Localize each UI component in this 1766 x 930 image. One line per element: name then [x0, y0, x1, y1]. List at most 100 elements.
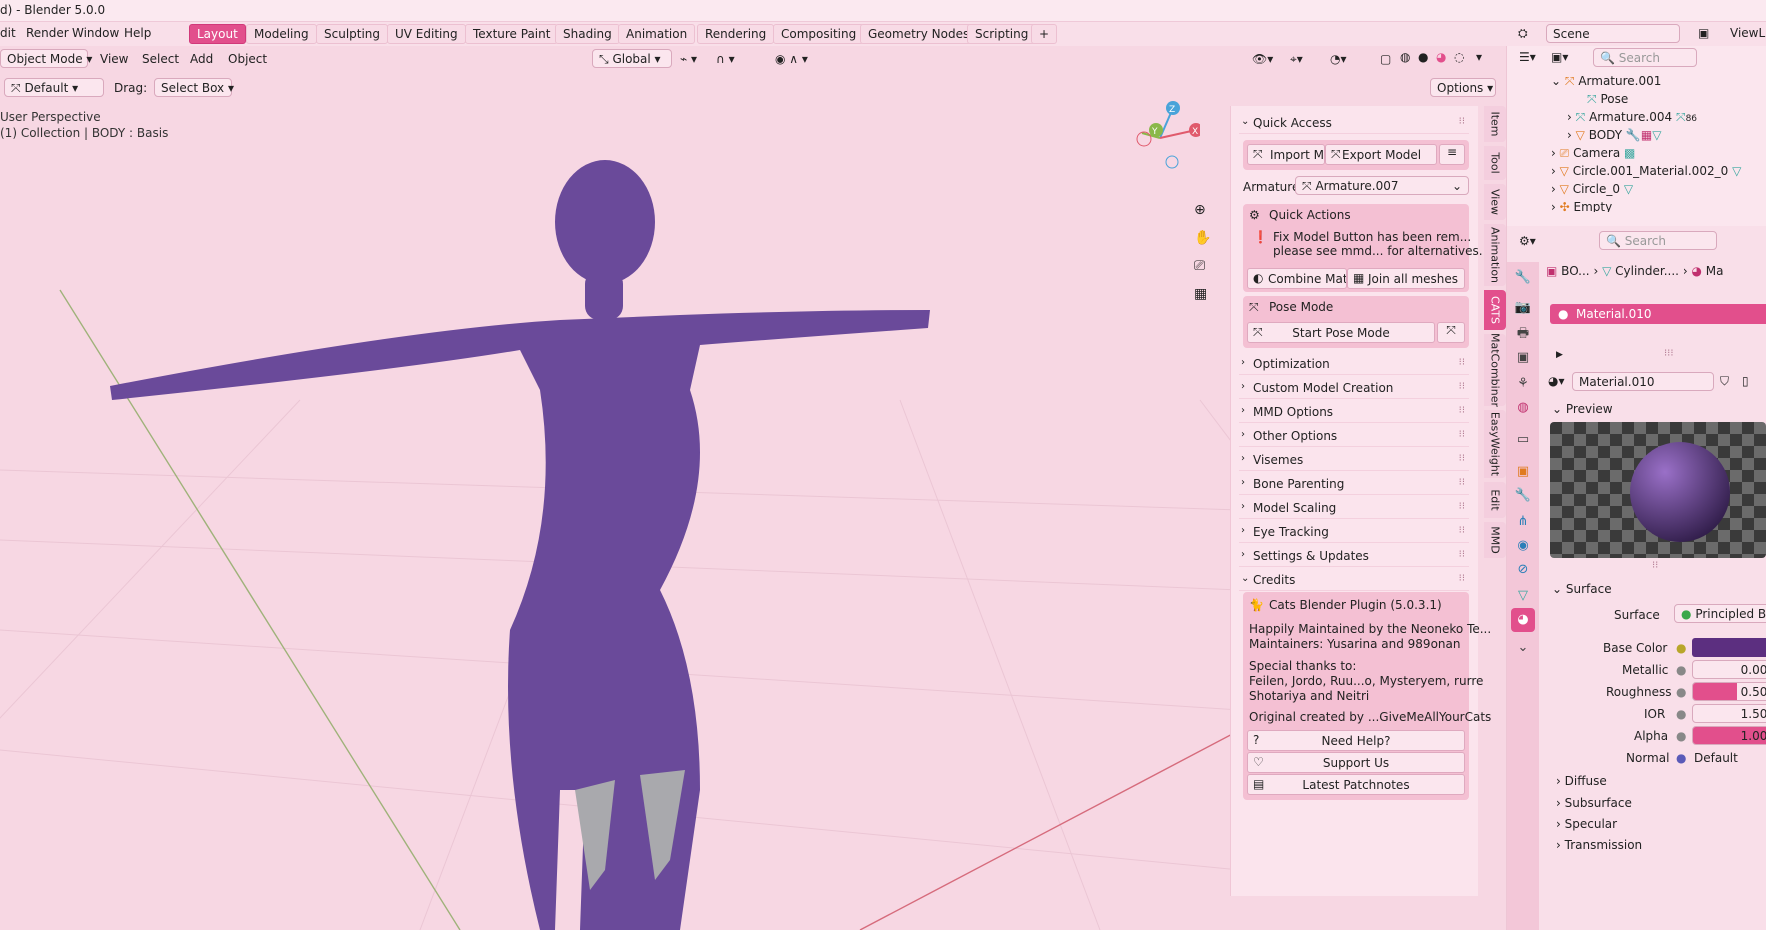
tab-texture-paint[interactable]: Texture Paint [465, 24, 559, 44]
pan-hand-icon[interactable]: ✋ [1194, 230, 1211, 246]
pose-options-icon[interactable]: ⤧ [1437, 322, 1465, 343]
constraints-tab-icon[interactable]: ⊘ [1511, 558, 1535, 582]
outliner-row-armature-001[interactable]: ⌄ ⤧ Armature.001 [1551, 74, 1661, 93]
shading-solid-icon[interactable]: ● [1418, 50, 1428, 64]
section-custom-model[interactable]: › Custom Model Creation ⁝⁝ [1239, 377, 1469, 399]
drag-grip-icon[interactable]: ⁝⁝ [1459, 405, 1465, 416]
material-tab-icon[interactable]: ◕ [1511, 608, 1535, 632]
object-tab-icon[interactable]: ▣ [1511, 460, 1535, 484]
socket-icon[interactable]: ● [1676, 663, 1686, 677]
slot-expand-icon[interactable]: ▶ [1556, 350, 1563, 360]
import-model-button[interactable]: ⤧Import M... [1247, 144, 1325, 165]
menu-add[interactable]: Add [190, 52, 213, 66]
combine-materials-button[interactable]: ◐Combine Mat... [1247, 268, 1347, 289]
section-visemes[interactable]: › Visemes ⁝⁝ [1239, 449, 1469, 471]
3d-viewport[interactable]: User Perspective (1) Collection | BODY :… [0, 70, 1240, 930]
properties-search-input[interactable]: 🔍 Search [1599, 231, 1717, 250]
support-us-button[interactable]: ♡ Support Us [1247, 752, 1465, 773]
tab-matcombiner[interactable]: MatCombiner [1484, 333, 1506, 407]
mode-selector[interactable]: Object Mode ▾ [0, 49, 92, 68]
menu-render[interactable]: Render [26, 26, 69, 40]
magnet-icon[interactable]: ∩ ▾ [716, 52, 735, 66]
normal-value[interactable]: Default [1694, 751, 1738, 765]
material-name-field[interactable]: Material.010 [1572, 372, 1714, 391]
add-workspace-button[interactable]: + [1031, 24, 1058, 44]
menu-help[interactable]: Help [124, 26, 151, 40]
drag-grip-icon[interactable]: ⁝⁝ [1459, 429, 1465, 440]
drag-grip-icon[interactable]: ⁝⁝ [1459, 573, 1465, 584]
data-tab-icon[interactable]: ▽ [1511, 584, 1535, 608]
base-color-swatch[interactable] [1692, 638, 1766, 657]
drag-grip-icon[interactable]: ⁝⁝ [1459, 501, 1465, 512]
shading-wireframe-icon[interactable]: ◍ [1400, 50, 1410, 64]
viewlayer-selector[interactable]: ViewL [1730, 26, 1765, 40]
tab-edit[interactable]: Edit [1484, 482, 1506, 518]
ortho-grid-icon[interactable]: ▦ [1194, 286, 1207, 302]
outliner-search-input[interactable]: 🔍 Search [1593, 48, 1697, 67]
section-model-scaling[interactable]: › Model Scaling ⁝⁝ [1239, 497, 1469, 519]
section-other-options[interactable]: › Other Options ⁝⁝ [1239, 425, 1469, 447]
section-quick-access[interactable]: ⌄ Quick Access ⁝⁝ [1239, 112, 1469, 134]
resize-grip-icon[interactable]: ⁝⁝ [1652, 560, 1658, 571]
proportional-edit-icon[interactable]: ◉ ∧ ▾ [775, 52, 808, 66]
overlay-toggle-icon[interactable]: ◔▾ [1330, 52, 1347, 66]
particles-tab-icon[interactable]: ⋔ [1511, 510, 1535, 534]
orientation-selector[interactable]: ⤡ Global ▾ [592, 49, 672, 68]
tab-compositing[interactable]: Compositing [773, 24, 865, 44]
render-tab-icon[interactable]: 📷 [1511, 296, 1535, 320]
outliner-row-empty[interactable]: › ✣ Empty [1551, 200, 1612, 212]
expand-tabs-icon[interactable]: ⌄ [1511, 636, 1535, 660]
tool-tab-icon[interactable]: 🔧 [1511, 266, 1535, 290]
roughness-slider[interactable]: 0.500 [1692, 682, 1766, 701]
tab-modeling[interactable]: Modeling [246, 24, 317, 44]
gizmo-toggle-icon[interactable]: ⌖▾ [1290, 52, 1303, 67]
copy-icon[interactable]: ▯ [1742, 374, 1749, 388]
shading-material-icon[interactable]: ◕ [1436, 50, 1446, 64]
need-help-button[interactable]: ? Need Help? [1247, 730, 1465, 751]
preview-panel-header[interactable]: ⌄ Preview [1552, 402, 1613, 416]
ior-field[interactable]: 1.500 [1692, 704, 1766, 723]
character-model[interactable] [110, 160, 930, 930]
fake-user-shield-icon[interactable]: ⛉ [1720, 374, 1729, 389]
filter-icon[interactable]: ▣▾ [1551, 50, 1568, 64]
shading-options-icon[interactable]: ▾ [1476, 50, 1482, 64]
subpanel-subsurface[interactable]: › Subsurface [1556, 796, 1632, 810]
socket-icon[interactable]: ● [1676, 685, 1686, 699]
outliner-row-armature-004[interactable]: › ⤧ Armature.004 ⤧86 [1567, 110, 1697, 129]
outliner-row-circle-0[interactable]: › ▽ Circle_0 ▽ [1551, 182, 1633, 201]
tab-animation-sidebar[interactable]: Animation [1484, 224, 1506, 286]
visibility-icon[interactable]: 👁▾ [1252, 52, 1273, 66]
tab-easyweight[interactable]: EasyWeight [1484, 410, 1506, 478]
menu-edit[interactable]: dit [0, 26, 16, 40]
zoom-icon[interactable]: ⊕ [1194, 202, 1206, 218]
metallic-field[interactable]: 0.000 [1692, 660, 1766, 679]
outliner-row-body[interactable]: › ▽ BODY 🔧▦▽ [1567, 128, 1661, 147]
viewport-canvas[interactable] [0, 70, 1240, 930]
tab-shading[interactable]: Shading [555, 24, 620, 44]
resize-grip-icon[interactable]: ⁝⁝⁝ [1664, 348, 1674, 359]
tab-view[interactable]: View [1484, 184, 1506, 220]
hamburger-menu-icon[interactable]: ≡ [1439, 144, 1465, 165]
tab-geometry-nodes[interactable]: Geometry Nodes [860, 24, 978, 44]
modifier-tab-icon[interactable]: 🔧 [1511, 484, 1535, 508]
scene-selector[interactable]: Scene [1546, 24, 1680, 43]
drag-grip-icon[interactable]: ⁝⁝ [1459, 116, 1465, 127]
menu-view[interactable]: View [100, 52, 128, 66]
collection-tab-icon[interactable]: ▭ [1511, 428, 1535, 452]
xray-icon[interactable]: ▢ [1380, 52, 1391, 66]
menu-object[interactable]: Object [228, 52, 267, 66]
socket-color-icon[interactable]: ● [1676, 641, 1686, 655]
tab-animation[interactable]: Animation [618, 24, 696, 44]
shading-rendered-icon[interactable]: ◌ [1454, 50, 1464, 64]
socket-vector-icon[interactable]: ● [1676, 751, 1686, 765]
output-tab-icon[interactable]: 🖶 [1511, 322, 1535, 346]
scene-tab-icon[interactable]: ⚘ [1511, 372, 1535, 396]
section-settings-updates[interactable]: › Settings & Updates ⁝⁝ [1239, 545, 1469, 567]
section-optimization[interactable]: › Optimization ⁝⁝ [1239, 353, 1469, 375]
tab-cats[interactable]: CATS [1484, 290, 1506, 330]
drag-grip-icon[interactable]: ⁝⁝ [1459, 477, 1465, 488]
drag-grip-icon[interactable]: ⁝⁝ [1459, 357, 1465, 368]
subpanel-transmission[interactable]: › Transmission [1556, 838, 1642, 852]
outliner-row-pose[interactable]: ⤧ Pose [1587, 92, 1628, 111]
tab-sculpting[interactable]: Sculpting [316, 24, 389, 44]
